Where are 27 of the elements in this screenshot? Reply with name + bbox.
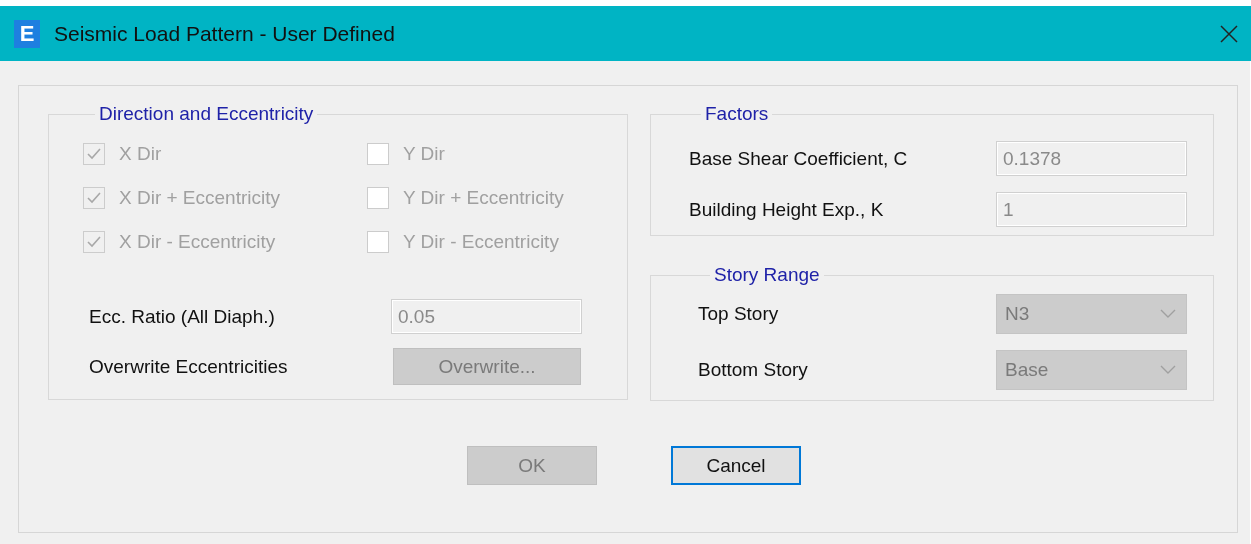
checkmark-icon: [86, 147, 102, 161]
input-field[interactable]: 0.1378: [996, 141, 1187, 176]
field-label: Base Shear Coefficient, C: [689, 147, 909, 170]
chevron-down-icon: [1160, 309, 1176, 319]
field-label: Overwrite Eccentricities: [89, 355, 289, 378]
chevron-down-icon: [1160, 365, 1176, 375]
input-field[interactable]: 1: [996, 192, 1187, 227]
input-field[interactable]: 0.05: [391, 299, 582, 334]
group-title: Direction and Eccentricity: [98, 103, 315, 125]
checkmark-icon: [86, 235, 102, 249]
dialog-button[interactable]: Cancel: [671, 446, 801, 485]
checkbox-label: X Dir: [119, 143, 162, 165]
checkbox-label: Y Dir - Eccentricity: [403, 231, 559, 253]
field-label: Building Height Exp., K: [689, 198, 885, 221]
field-label: Ecc. Ratio (All Diaph.): [89, 305, 276, 328]
app-icon: E: [14, 19, 40, 48]
field-label: Top Story: [698, 303, 780, 325]
group-title: Story Range: [713, 264, 821, 286]
close-icon[interactable]: [1219, 23, 1239, 44]
field-label: Bottom Story: [698, 359, 809, 381]
checkbox-label: Y Dir + Eccentricity: [403, 187, 564, 209]
checkmark-icon: [86, 191, 102, 205]
checkbox-label: X Dir - Eccentricity: [119, 231, 276, 253]
window-title: Seismic Load Pattern - User Defined: [54, 21, 396, 46]
group-title: Factors: [704, 103, 770, 125]
checkbox-label: Y Dir: [403, 143, 445, 165]
checkbox-label: X Dir + Eccentricity: [119, 187, 280, 209]
